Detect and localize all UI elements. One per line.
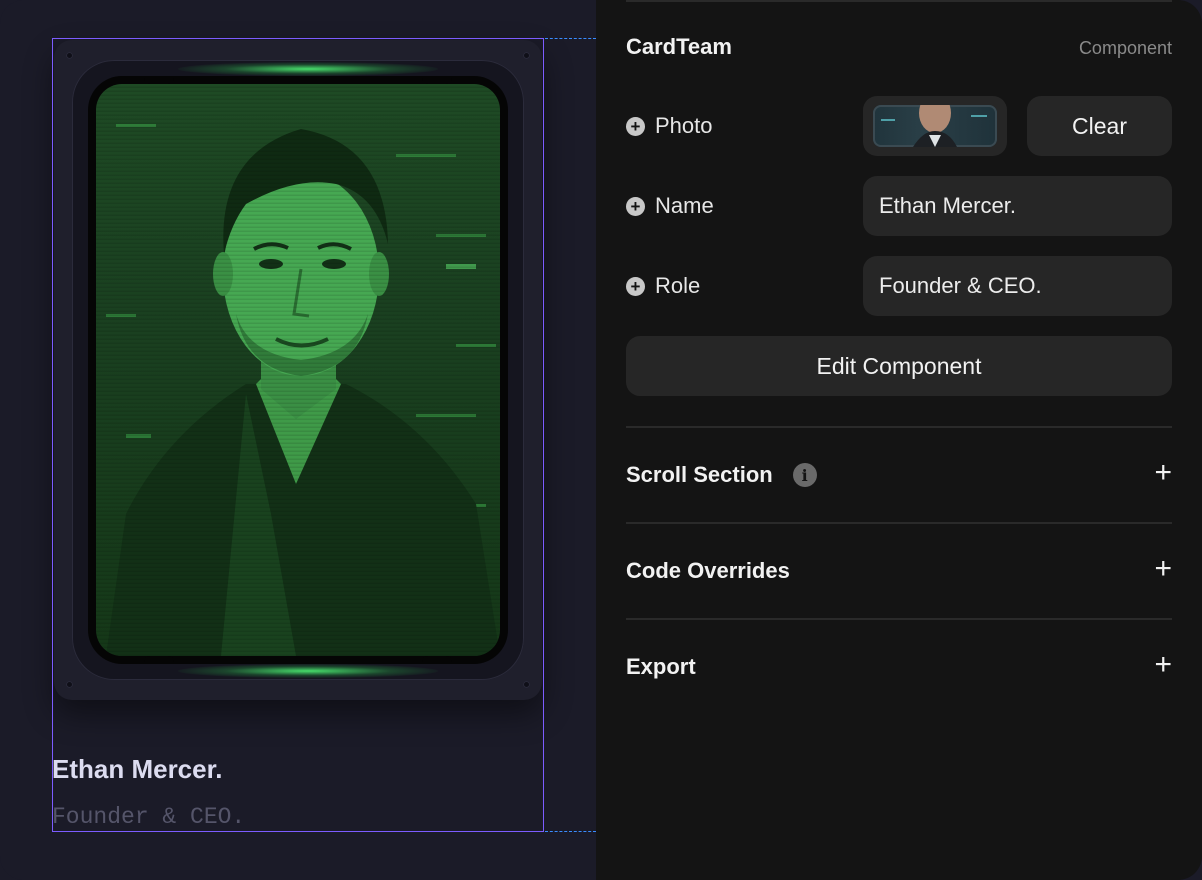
section-label: Scroll Section	[626, 462, 773, 487]
plus-icon[interactable]: +	[1154, 554, 1172, 584]
properties-panel: CardTeam Component + Photo Clear + Name …	[596, 0, 1202, 880]
guide-line-bottom	[545, 831, 596, 832]
section-title: Scroll Section i	[626, 462, 817, 488]
section-code-overrides[interactable]: Code Overrides +	[626, 552, 1172, 592]
prop-label-text: Role	[655, 273, 701, 298]
section-export[interactable]: Export +	[626, 648, 1172, 688]
thumbnail-image	[881, 105, 987, 147]
prop-row-photo: + Photo Clear	[626, 96, 1172, 156]
divider	[626, 618, 1172, 620]
prop-label-text: Photo	[655, 113, 713, 138]
plus-circle-icon[interactable]: +	[626, 276, 645, 296]
plus-icon[interactable]: +	[1154, 650, 1172, 680]
section-label: Code Overrides	[626, 558, 790, 583]
plus-circle-icon[interactable]: +	[626, 116, 645, 136]
plus-icon[interactable]: +	[1154, 458, 1172, 488]
panel-header: CardTeam Component	[626, 34, 1172, 66]
plus-circle-icon[interactable]: +	[626, 196, 645, 216]
section-title: Code Overrides	[626, 558, 790, 584]
divider	[626, 522, 1172, 524]
prop-label-role[interactable]: + Role	[626, 272, 700, 300]
panel-divider-top	[626, 0, 1172, 2]
prop-label-text: Name	[655, 193, 714, 218]
component-title: CardTeam	[626, 34, 732, 59]
clear-button[interactable]: Clear	[1027, 96, 1172, 156]
component-type-label: Component	[1078, 38, 1172, 58]
photo-picker[interactable]	[863, 96, 1007, 156]
info-icon[interactable]: i	[792, 463, 817, 487]
guide-line-top	[545, 38, 596, 39]
section-title: Export	[626, 654, 696, 680]
app-window: Ethan Mercer. Founder & CEO. CardTeam Co…	[0, 0, 1202, 880]
prop-row-name: + Name Ethan Mercer.	[626, 176, 1172, 236]
divider	[626, 426, 1172, 428]
role-field[interactable]: Founder & CEO.	[863, 256, 1172, 316]
prop-row-role: + Role Founder & CEO.	[626, 256, 1172, 316]
name-field[interactable]: Ethan Mercer.	[863, 176, 1172, 236]
section-scroll[interactable]: Scroll Section i +	[626, 456, 1172, 496]
prop-label-photo[interactable]: + Photo	[626, 112, 713, 140]
canvas[interactable]: Ethan Mercer. Founder & CEO.	[0, 0, 596, 880]
selection-outline	[52, 38, 544, 832]
section-label: Export	[626, 654, 696, 679]
edit-component-button[interactable]: Edit Component	[626, 336, 1172, 396]
photo-thumbnail	[873, 105, 997, 147]
prop-label-name[interactable]: + Name	[626, 192, 714, 220]
